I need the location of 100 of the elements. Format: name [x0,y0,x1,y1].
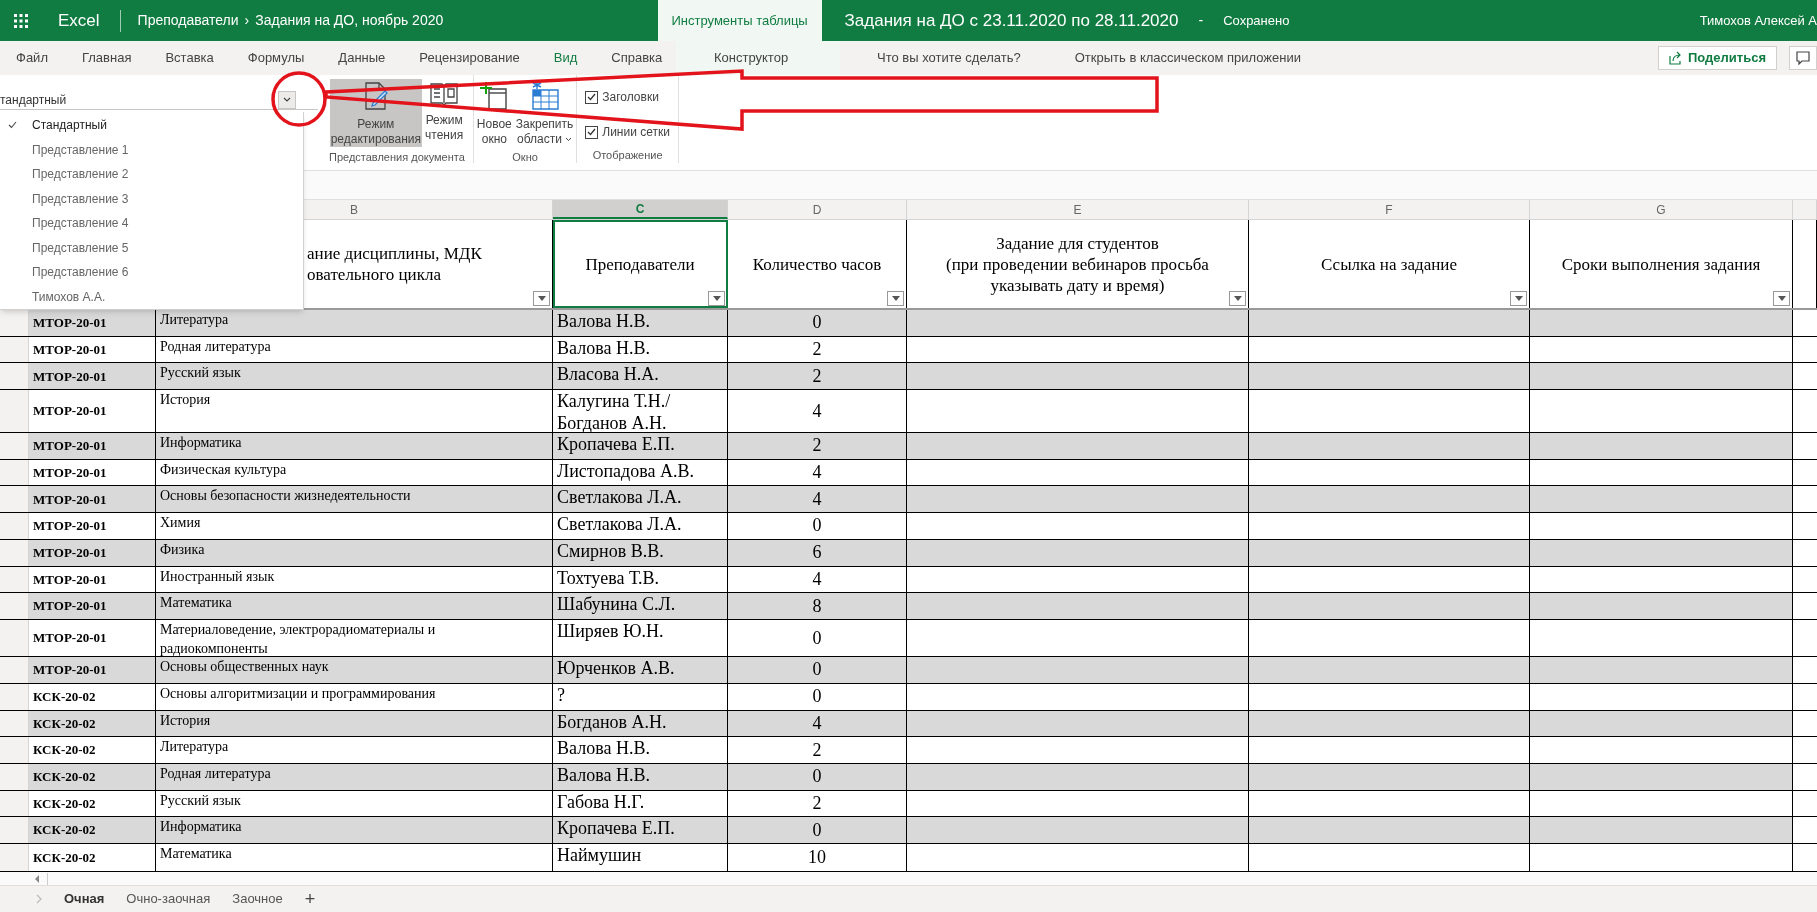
share-button[interactable]: Поделиться [1657,46,1777,70]
title-separator: - [1198,11,1204,30]
hours-cell: 0 [728,683,907,710]
discipline-cell: Информатика [156,433,553,459]
tell-me-search[interactable]: Что вы хотите сделать? [877,48,1021,68]
teacher-cell: Наймушин [553,844,728,871]
open-in-desktop-link[interactable]: Открыть в классическом приложении [1074,48,1301,68]
app-launcher-icon[interactable] [14,13,28,28]
row-header[interactable] [0,710,29,737]
column-header[interactable]: F [1249,200,1530,219]
save-status: Сохранено [1223,11,1290,30]
header-cell[interactable]: Сроки выполнения задания [1530,220,1793,308]
row-header[interactable] [0,539,29,566]
group-cell: МТОР-20-01 [29,363,156,390]
ribbon-button[interactable]: Режим редактирования [329,79,423,147]
group-cell: КСК-20-02 [29,817,156,843]
row-header[interactable] [0,363,29,390]
teacher-cell: Габова Н.Г. [553,790,728,817]
column-header[interactable]: G [1530,200,1793,219]
column-heading: ание дисциплины, МДК овательного цикла [306,243,483,285]
column-heading: Задание для студентов (при проведении вебинаров просьба указывать дату и время) [945,232,1210,296]
teacher-cell: Листопадова А.В. [553,459,728,486]
menu-tab[interactable]: Данные [334,48,390,68]
discipline-cell: История [156,390,553,432]
sheet-tab[interactable]: Заочное [232,889,283,909]
filter-button[interactable] [887,291,904,306]
row-header[interactable] [0,336,29,363]
checkbox-label: Заголовки [602,89,659,106]
filter-button[interactable] [708,291,725,306]
header-cell[interactable]: Преподаватели [553,220,728,308]
header-cell[interactable]: Задание для студентов (при проведении вебинаров просьба указывать дату и время) [907,220,1249,308]
group-cell: КСК-20-02 [29,790,156,817]
discipline-cell: Русский язык [156,790,553,817]
menu-tab[interactable]: Конструктор [676,41,840,75]
checkbox[interactable] [585,90,599,104]
ribbon-button[interactable]: Закрепить области [514,79,575,147]
menu-tab[interactable]: Вставка [161,48,218,68]
row-header[interactable] [0,486,29,513]
triangle-down-icon [1233,296,1242,301]
comments-button[interactable] [1789,46,1817,70]
ribbon-button[interactable]: Режим чтения [424,79,465,147]
hours-cell: 2 [728,737,907,763]
triangle-down-icon [1514,296,1523,301]
row-header[interactable] [0,683,29,710]
menu-tab[interactable]: Файл [12,48,52,68]
checkbox[interactable] [585,125,599,139]
triangle-down-icon [891,296,900,301]
hours-cell: 8 [728,593,907,619]
add-sheet-button[interactable]: + [304,890,316,908]
share-icon [1668,51,1683,65]
menu-tab[interactable]: Главная [77,48,136,68]
breadcrumb-link[interactable]: Преподаватели [137,10,239,31]
view-dropdown[interactable]: тандартный [0,90,318,110]
teacher-cell: Валова Н.В. [553,763,728,790]
grid-snowflake-icon [529,81,560,111]
scroll-left-icon[interactable] [33,873,41,884]
row-header[interactable] [0,763,29,790]
row-header[interactable] [0,790,29,817]
menu-tab[interactable]: Рецензирование [415,48,524,68]
row-header[interactable] [0,459,29,486]
user-name[interactable]: Тимохов Алексей А [1699,10,1817,31]
hours-cell: 2 [728,433,907,459]
menu-tab[interactable]: Вид [549,48,582,68]
row-header[interactable] [0,566,29,593]
filter-button[interactable] [1229,291,1246,306]
column-header[interactable]: D [728,200,907,219]
teacher-cell: Калугина Т.Н./Богданов А.Н. [553,390,728,432]
hours-cell: 0 [728,657,907,683]
header-cell[interactable]: Ссылка на задание [1249,220,1530,308]
check-icon [587,93,597,101]
teacher-cell: Смирнов В.В. [553,539,728,566]
hours-cell: 4 [728,486,907,513]
dropdown-option[interactable]: Представление 2 [0,162,303,187]
dropdown-option[interactable]: Представление 1 [0,137,303,162]
filter-button[interactable] [1773,291,1790,306]
app-name[interactable]: Excel [58,7,100,34]
triangle-down-icon [537,296,546,301]
sheet-tab[interactable]: Очная [64,889,105,909]
menu-tab[interactable]: Формулы [243,48,309,68]
column-header[interactable]: E [907,200,1249,219]
dropdown-option[interactable]: Стандартный [0,113,303,138]
header-cell[interactable]: Количество часов [728,220,907,308]
teacher-cell: Кропачева Е.П. [553,433,728,459]
menu-tab[interactable]: Справка [607,48,667,68]
hours-cell: 4 [728,566,907,593]
breadcrumb-link[interactable]: Задания на ДО, ноябрь 2020 [255,10,444,31]
group-cell: КСК-20-02 [29,737,156,763]
ribbon-button[interactable]: Новое окно [475,79,513,147]
teacher-cell: Юрченков А.В. [553,657,728,683]
row-header[interactable] [0,619,29,657]
horizontal-scrollbar[interactable] [0,872,1817,886]
filter-button[interactable] [533,291,550,306]
ribbon-group-label: Отображение [591,147,664,163]
filter-button[interactable] [1510,291,1527,306]
hours-cell: 4 [728,459,907,486]
discipline-cell: Материаловедение, электрорадиоматериалы и радиокомпоненты [156,619,553,657]
group-cell: МТОР-20-01 [29,657,156,683]
teacher-cell: Шабунина С.Л. [553,593,728,619]
sheet-tab[interactable]: Очно-заочная [126,889,211,909]
group-cell: МТОР-20-01 [29,593,156,619]
